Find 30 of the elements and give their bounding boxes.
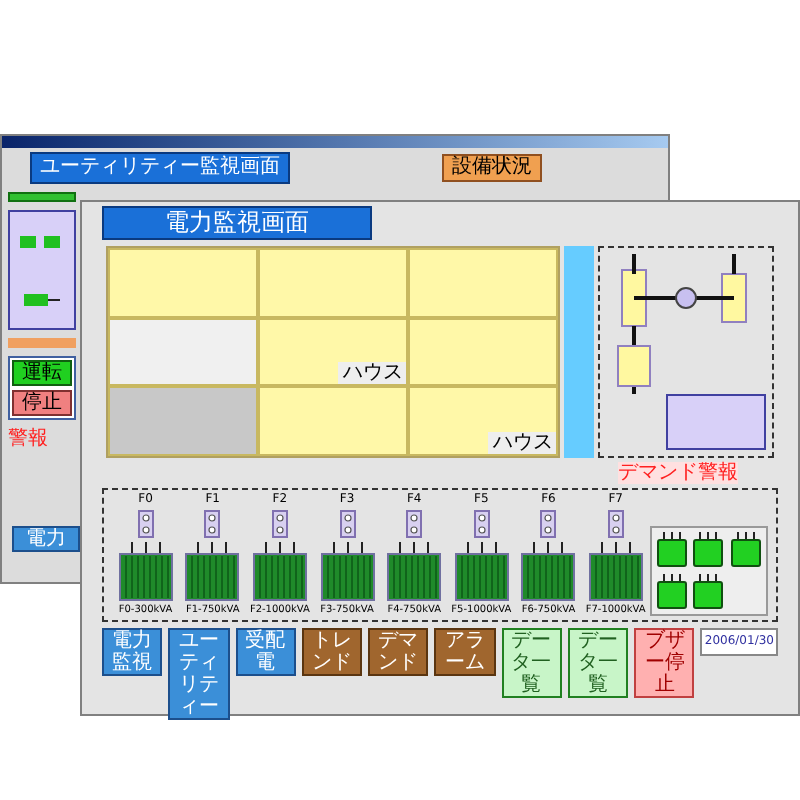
nav-button[interactable]: 受配電 bbox=[235, 628, 296, 676]
breaker-icon bbox=[271, 510, 288, 538]
nav-button[interactable]: 電力 bbox=[12, 526, 80, 552]
breaker-icon bbox=[339, 510, 356, 538]
nav-button[interactable]: アラーム bbox=[434, 628, 496, 676]
room-label: ハウス bbox=[488, 432, 557, 454]
nav-button[interactable]: トレンド bbox=[301, 628, 363, 676]
nav-button[interactable]: ブザー停止 bbox=[634, 628, 695, 698]
room-label: ハウス bbox=[338, 362, 407, 385]
nav-button[interactable]: データ一覧 bbox=[501, 628, 562, 698]
nav-button[interactable]: 電力監視 bbox=[102, 628, 163, 676]
breaker-icon bbox=[406, 510, 423, 538]
breaker-icon bbox=[137, 510, 154, 538]
demand-alarm-text: デマンド警報 bbox=[618, 462, 738, 484]
section-bar bbox=[8, 338, 76, 348]
breaker-icon bbox=[473, 510, 490, 538]
alarm-text: 警報 bbox=[8, 428, 50, 450]
nav-button[interactable]: データ一覧 bbox=[567, 628, 629, 698]
breaker-icon bbox=[204, 510, 221, 538]
screen-title: ユーティリティー監視画面 bbox=[30, 152, 290, 184]
demand-monitor-panel bbox=[666, 394, 766, 450]
status-button[interactable]: 設備状況 bbox=[442, 154, 542, 182]
status-bar bbox=[8, 192, 76, 202]
screen-title: 電力監視画面 bbox=[102, 206, 372, 240]
control-button[interactable]: 運転 bbox=[12, 360, 72, 386]
nav-button[interactable]: デマンド bbox=[368, 628, 429, 676]
control-button[interactable]: 停止 bbox=[12, 390, 72, 416]
nav-button[interactable]: ユーティリティー bbox=[168, 628, 230, 720]
breaker-icon bbox=[607, 510, 624, 538]
breaker-icon bbox=[540, 510, 557, 538]
